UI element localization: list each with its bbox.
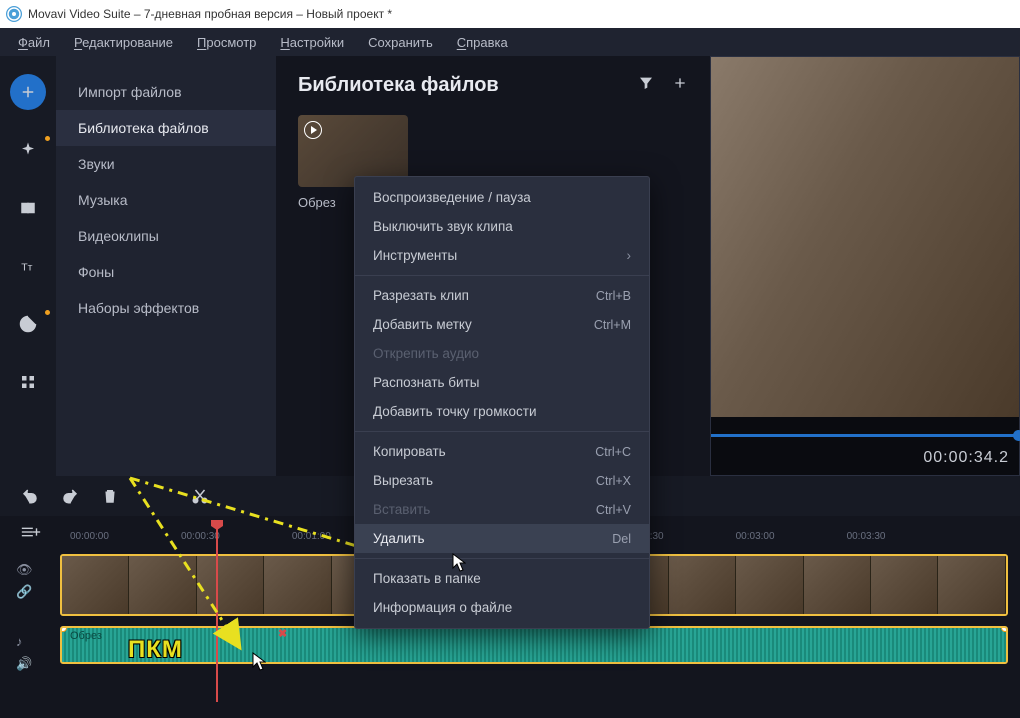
ctx-item: Открепить аудио	[355, 339, 649, 368]
window-titlebar: Movavi Video Suite – 7-дневная пробная в…	[0, 0, 1020, 28]
filter-icon[interactable]	[638, 75, 654, 96]
ruler-tick: 00:03:30	[847, 531, 886, 542]
redo-icon[interactable]	[60, 486, 80, 506]
menu-редактирование[interactable]: Редактирование	[64, 31, 183, 54]
ctx-item[interactable]: Показать в папке	[355, 564, 649, 593]
ctx-item[interactable]: УдалитьDel	[355, 524, 649, 553]
preview-panel: 00:00:34.2	[710, 56, 1020, 476]
sidepanel-item[interactable]: Звуки	[56, 146, 276, 182]
context-menu: Воспроизведение / паузаВыключить звук кл…	[354, 176, 650, 629]
delete-icon[interactable]	[100, 486, 120, 506]
ctx-item[interactable]: Воспроизведение / пауза	[355, 183, 649, 212]
rail-stickers-icon[interactable]	[10, 306, 46, 342]
preview-timecode: 00:00:34.2	[923, 449, 1009, 467]
link-icon[interactable]: 🔗	[16, 584, 32, 600]
ruler-tick: 00:01:00	[292, 531, 331, 542]
audio-track[interactable]: ♪🔊 Обрез	[60, 626, 1008, 670]
side-panel: Импорт файловБиблиотека файловЗвукиМузык…	[56, 56, 276, 476]
ctx-item[interactable]: Выключить звук клипа	[355, 212, 649, 241]
cursor-icon	[452, 553, 466, 573]
ctx-item: ВставитьCtrl+V	[355, 495, 649, 524]
sidepanel-item[interactable]: Фоны	[56, 254, 276, 290]
ruler-tick: 00:00:00	[70, 531, 109, 542]
sidepanel-item[interactable]: Импорт файлов	[56, 74, 276, 110]
ctx-item[interactable]: Добавить точку громкости	[355, 397, 649, 426]
menu-просмотр[interactable]: Просмотр	[187, 31, 266, 54]
rail-titles-icon[interactable]: Tᴛ	[10, 248, 46, 284]
menu-файл[interactable]: Файл	[8, 31, 60, 54]
add-track-icon[interactable]	[20, 524, 42, 540]
sidepanel-item[interactable]: Наборы эффектов	[56, 290, 276, 326]
add-icon[interactable]	[672, 75, 688, 96]
sidepanel-item[interactable]: Библиотека файлов	[56, 110, 276, 146]
marker-icon[interactable]	[278, 626, 292, 638]
rail-more-icon[interactable]	[10, 364, 46, 400]
menu-сохранить[interactable]: Сохранить	[358, 31, 443, 54]
svg-text:Tᴛ: Tᴛ	[21, 262, 32, 274]
left-rail: Tᴛ	[0, 56, 56, 476]
ctx-item[interactable]: Разрезать клипCtrl+B	[355, 281, 649, 310]
annotation-label: ПКМ	[128, 636, 183, 664]
menubar: ФайлРедактированиеПросмотрНастройкиСохра…	[0, 28, 1020, 56]
window-title: Movavi Video Suite – 7-дневная пробная в…	[28, 7, 392, 21]
audio-track-controls[interactable]: ♪🔊	[16, 634, 32, 672]
audio-clip-label: Обрез	[70, 630, 102, 642]
ctx-item[interactable]: ВырезатьCtrl+X	[355, 466, 649, 495]
menu-настройки[interactable]: Настройки	[270, 31, 354, 54]
ctx-item[interactable]: Добавить меткуCtrl+M	[355, 310, 649, 339]
video-track-controls[interactable]: 👁🔗	[16, 562, 32, 600]
library-title: Библиотека файлов	[298, 74, 499, 97]
music-icon[interactable]: ♪	[16, 634, 32, 650]
volume-icon[interactable]: 🔊	[16, 656, 32, 672]
eye-icon[interactable]: 👁	[16, 562, 32, 578]
audio-clip[interactable]: Обрез	[60, 626, 1008, 664]
ruler-tick: 00:03:00	[736, 531, 775, 542]
sidepanel-item[interactable]: Видеоклипы	[56, 218, 276, 254]
cursor-icon	[252, 652, 266, 672]
cut-icon[interactable]	[190, 486, 210, 506]
rail-add-media-icon[interactable]	[10, 74, 46, 110]
playhead[interactable]	[216, 522, 218, 702]
ruler-tick: 00:00:30	[181, 531, 220, 542]
rail-transitions-icon[interactable]	[10, 190, 46, 226]
app-logo-icon	[6, 6, 22, 22]
ctx-item[interactable]: КопироватьCtrl+C	[355, 437, 649, 466]
ctx-item[interactable]: Распознать биты	[355, 368, 649, 397]
undo-icon[interactable]	[20, 486, 40, 506]
sidepanel-item[interactable]: Музыка	[56, 182, 276, 218]
play-overlay-icon[interactable]	[304, 121, 322, 139]
menu-справка[interactable]: Справка	[447, 31, 518, 54]
rail-filters-icon[interactable]	[10, 132, 46, 168]
ctx-item[interactable]: Информация о файле	[355, 593, 649, 622]
preview-frame	[711, 57, 1019, 417]
ctx-item[interactable]: Инструменты›	[355, 241, 649, 270]
preview-progress[interactable]	[711, 434, 1019, 437]
